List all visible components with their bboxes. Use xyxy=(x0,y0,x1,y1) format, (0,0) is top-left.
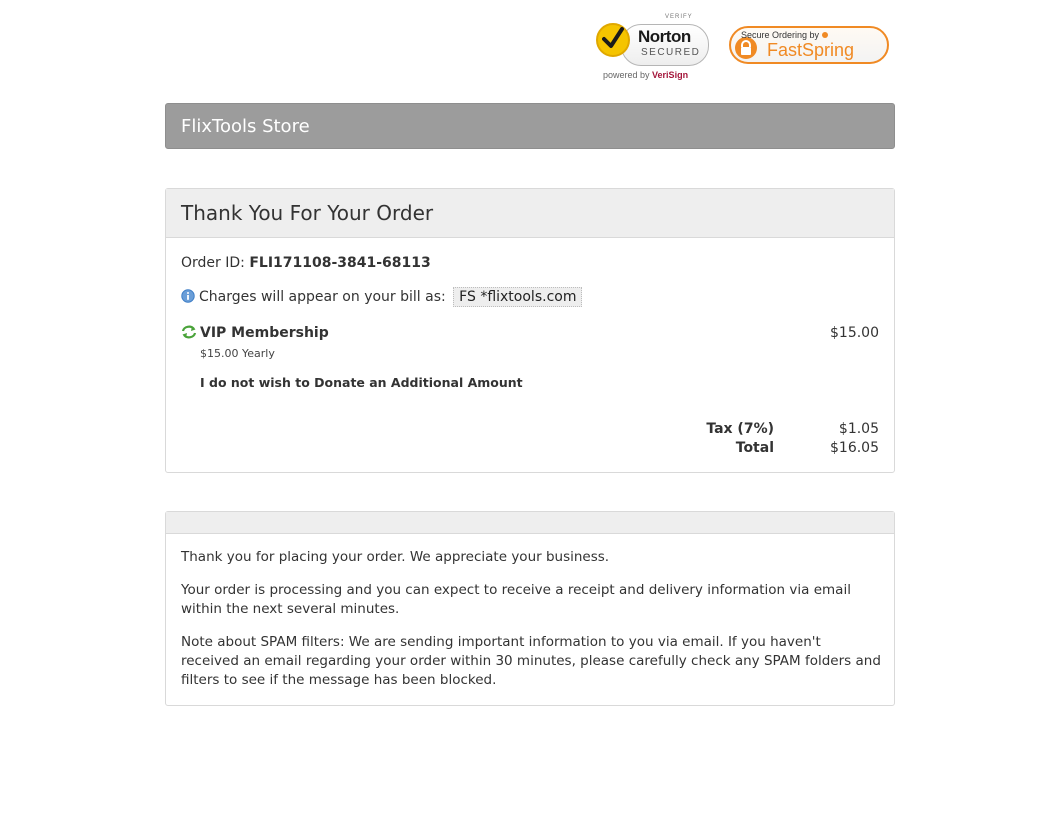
order-panel-header: Thank You For Your Order xyxy=(166,189,894,238)
total-value: $16.05 xyxy=(830,440,879,456)
info-icon xyxy=(181,289,195,303)
order-id-row: Order ID: FLI171108-3841-68113 xyxy=(181,255,431,271)
norton-checkmark-icon xyxy=(596,23,630,57)
thank-you-message: Thank you for placing your order. We app… xyxy=(181,549,610,565)
billing-descriptor-row: Charges will appear on your bill as: FS … xyxy=(181,287,583,307)
fastspring-brand-text: FastSpring xyxy=(767,40,855,60)
confirmation-message-panel: Thank you for placing your order. We app… xyxy=(165,511,895,706)
spam-note-message: Note about SPAM filters: We are sending … xyxy=(181,634,881,688)
norton-verify-text: VERIFY xyxy=(665,14,693,20)
tax-value: $1.05 xyxy=(838,421,879,437)
lock-icon xyxy=(735,37,757,59)
billing-descriptor-label: Charges will appear on your bill as: xyxy=(199,289,446,305)
processing-message: Your order is processing and you can exp… xyxy=(181,582,851,617)
product-price: $15.00 xyxy=(830,325,879,341)
subscription-terms: $15.00 Yearly xyxy=(200,347,275,360)
powered-by-text: powered by xyxy=(603,70,650,80)
message-panel-header xyxy=(166,512,894,534)
order-id-value: FLI171108-3841-68113 xyxy=(249,255,431,271)
order-id-label: Order ID: xyxy=(181,255,245,271)
trust-badges: VERIFY Norton SECURED powered by VeriSig… xyxy=(593,12,895,84)
secure-ordering-text: Secure Ordering by xyxy=(741,30,820,40)
page-title: Thank You For Your Order xyxy=(181,201,434,225)
billing-descriptor-value: FS *flixtools.com xyxy=(453,287,583,307)
norton-brand-text: Norton xyxy=(638,27,691,46)
norton-secured-text: SECURED xyxy=(641,47,701,58)
total-label: Total xyxy=(735,440,774,456)
order-summary-panel: Thank You For Your Order Order ID: FLI17… xyxy=(165,188,895,473)
fastspring-secure-badge[interactable]: Secure Ordering by FastSpring xyxy=(729,26,889,64)
subscription-renew-icon xyxy=(181,325,197,339)
verisign-text: VeriSign xyxy=(652,70,689,80)
donation-option: I do not wish to Donate an Additional Am… xyxy=(200,375,523,390)
line-item: VIP Membership xyxy=(181,325,329,341)
fastspring-dot-icon xyxy=(822,32,829,38)
product-name: VIP Membership xyxy=(200,325,329,341)
norton-powered-by: powered by VeriSign xyxy=(603,70,688,80)
norton-secured-badge[interactable]: VERIFY Norton SECURED powered by VeriSig… xyxy=(593,12,713,82)
store-header: FlixTools Store xyxy=(165,103,895,149)
tax-label: Tax (7%) xyxy=(706,421,774,437)
fastspring-line1: Secure Ordering by xyxy=(741,30,829,40)
store-title: FlixTools Store xyxy=(181,116,310,137)
